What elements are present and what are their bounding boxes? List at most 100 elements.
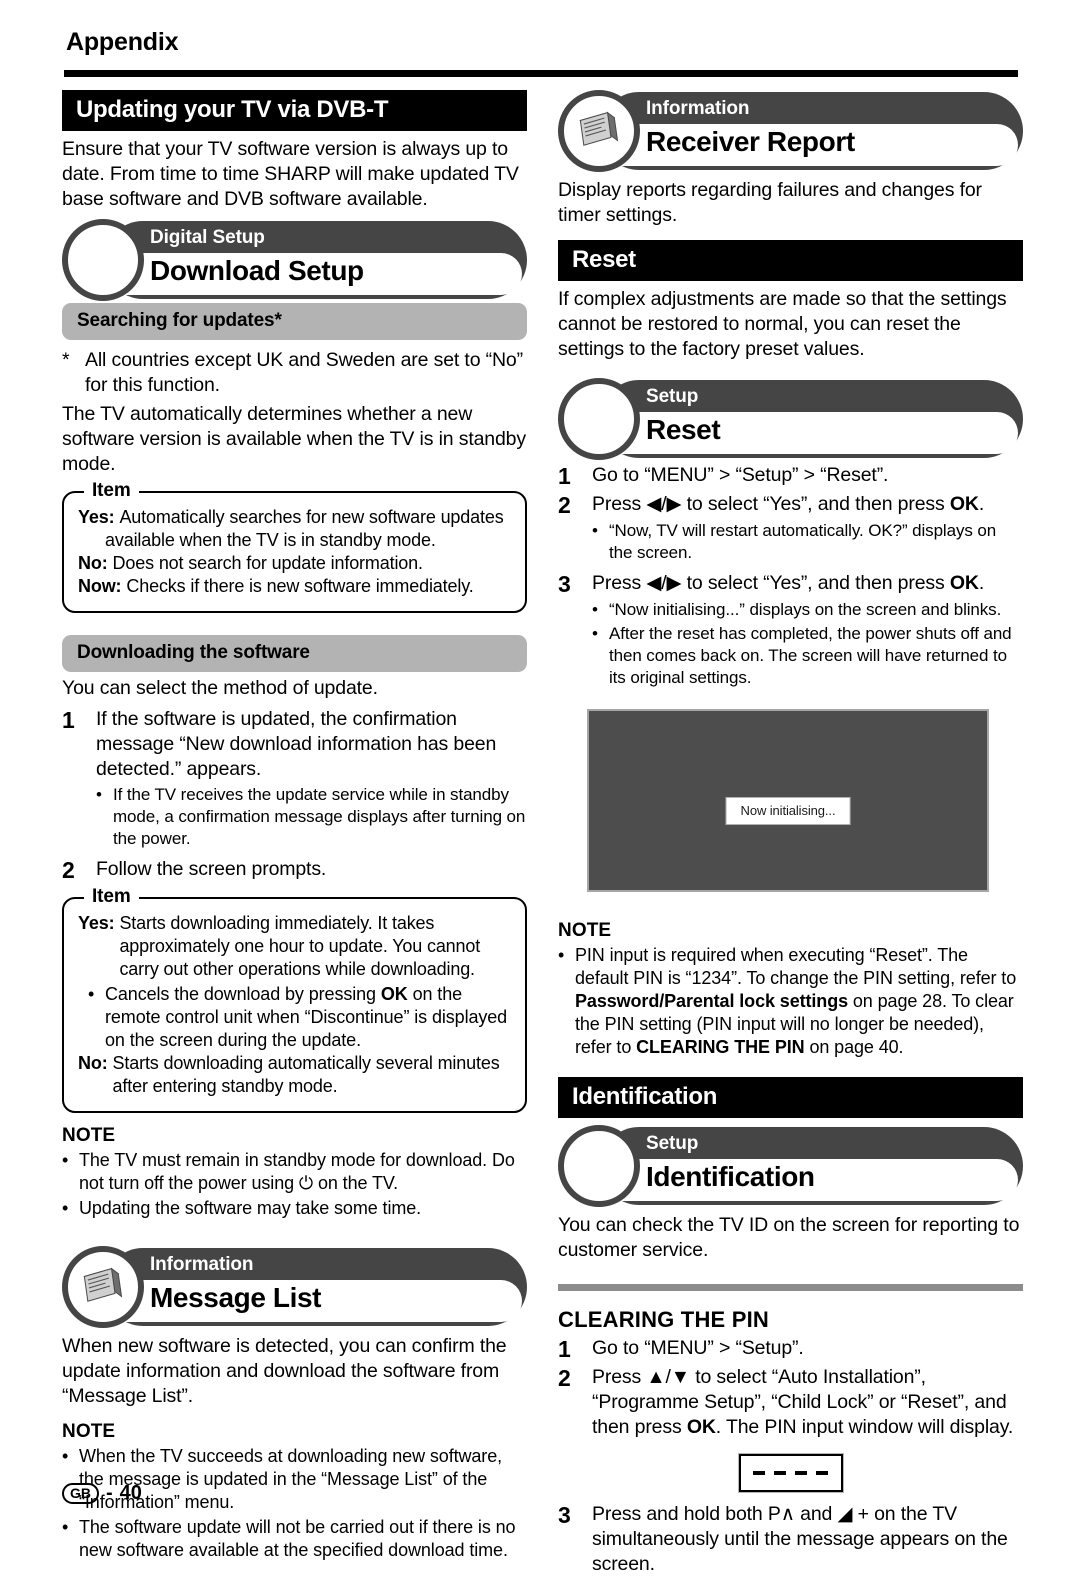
- step-item: 3 Press and hold both P∧ and ◢ + on the …: [558, 1502, 1023, 1577]
- item-key: Now:: [78, 575, 122, 596]
- documents-icon-svg: [579, 111, 619, 146]
- bullet-text: When the TV succeeds at downloading new …: [79, 1445, 503, 1512]
- bullet-dot: •: [88, 983, 95, 1004]
- step-text: Press ◀/▶ to select “Yes”, and then pres…: [592, 492, 1023, 518]
- menu-banner-reset: Setup Reset: [558, 377, 1023, 460]
- note-bullet: • PIN input is required when executing “…: [558, 944, 1023, 1059]
- subheading-downloading-software: Downloading the software: [62, 634, 527, 672]
- bullet-text: “Now, TV will restart automatically. OK?…: [609, 520, 997, 562]
- pin-dash: [816, 1471, 828, 1475]
- banner-title-label: Identification: [646, 1160, 815, 1192]
- ok-key-label: OK: [949, 492, 979, 515]
- step-number: 3: [558, 1501, 571, 1528]
- reset-paragraph: If complex adjustments are made so that …: [558, 287, 1007, 360]
- bullet-dot: •: [592, 623, 598, 643]
- bullet-dot: •: [592, 599, 598, 619]
- step-item: 1 If the software is updated, the confir…: [62, 707, 527, 782]
- note-bullet: • The software update will not be carrie…: [62, 1516, 527, 1562]
- step-text-pre: Press ◀/▶ to select “Yes”, and then pres…: [592, 571, 950, 594]
- note-heading: NOTE: [62, 1420, 116, 1442]
- item-box-label: Item: [84, 479, 139, 502]
- item-key: No:: [78, 1052, 108, 1073]
- step-number: 1: [558, 1335, 571, 1362]
- item-row-continuation: available when the TV is in standby mode…: [105, 529, 436, 550]
- step-item: 2 Press ▲/▼ to select “Auto Installation…: [558, 1365, 1023, 1440]
- footnote-text: All countries except UK and Sweden are s…: [85, 348, 523, 396]
- bullet-text: The software update will not be carried …: [79, 1516, 516, 1560]
- bullet-dot: •: [62, 1516, 69, 1537]
- circle-icon: [62, 218, 144, 301]
- section-heading-identification: Identification: [558, 1076, 1023, 1118]
- item-value: Checks if there is new software immediat…: [126, 575, 474, 596]
- step-item: 2 Follow the screen prompts.: [62, 857, 527, 883]
- item-row: No: Starts downloading automatically sev…: [78, 1052, 511, 1098]
- banner-title-label: Message List: [150, 1281, 322, 1313]
- bullet-dot: •: [62, 1197, 69, 1218]
- manual-page: Appendix Updating your TV via DVB-T Ensu…: [0, 0, 1080, 1575]
- step-number: 1: [558, 462, 571, 489]
- pin-dash: [753, 1471, 765, 1475]
- step-text: Press ▲/▼ to select “Auto Installation”,…: [592, 1365, 1023, 1440]
- item-row: Now: Checks if there is new software imm…: [78, 575, 511, 598]
- item-value: Automatically searches for new software …: [119, 506, 504, 527]
- item-bullet: • Cancels the download by pressing OK on…: [88, 983, 511, 1052]
- menu-banner-identification: Setup Identification: [558, 1124, 1023, 1207]
- heading-clearing-the-pin: CLEARING THE PIN: [558, 1306, 769, 1332]
- step-item: 3 Press ◀/▶ to select “Yes”, and then pr…: [558, 571, 1023, 597]
- item-value: Does not search for update information.: [112, 552, 423, 573]
- step-item: 1 Go to “MENU” > “Setup” > “Reset”.: [558, 463, 1023, 489]
- step-number: 2: [558, 491, 571, 518]
- page-footer: GB - 40: [62, 1482, 142, 1505]
- item-box-searching: Item Yes: Automatically searches for new…: [62, 479, 527, 613]
- tv-screen-illustration: Now initialising...: [587, 708, 989, 892]
- bullet-dot: •: [592, 520, 598, 540]
- step-text-post: .: [978, 571, 985, 594]
- item-key: Yes:: [78, 506, 115, 527]
- item-box-downloading: Item Yes: Starts downloading immediately…: [62, 885, 527, 1113]
- step-number: 2: [558, 1364, 571, 1391]
- section-heading-reset: Reset: [558, 240, 1023, 281]
- banner-category-label: Setup: [646, 385, 699, 407]
- pin-input-window: [737, 1452, 844, 1493]
- bullet-text: If the TV receives the update service wh…: [113, 784, 526, 848]
- step-number: 2: [62, 856, 75, 883]
- bullet-text: PIN input is required when executing “Re…: [575, 944, 1023, 1059]
- ok-key-label: OK: [380, 983, 408, 1004]
- item-key: No:: [78, 552, 108, 573]
- step-text-post: . The PIN input window will display.: [715, 1415, 1014, 1438]
- bullet-text: The TV must remain in standby mode for d…: [79, 1149, 515, 1193]
- banner-title-label: Download Setup: [150, 254, 364, 286]
- menu-banner-receiver-report: Information Receiver Report: [558, 90, 1023, 172]
- circle-icon: [558, 377, 640, 460]
- item-key: Yes:: [78, 912, 115, 933]
- item-value: Starts downloading automatically several…: [112, 1052, 500, 1096]
- step-item: 1 Go to “MENU” > “Setup”.: [558, 1336, 1023, 1362]
- step-text: Go to “MENU” > “Setup”.: [592, 1336, 804, 1359]
- note-ref-clearing-pin: CLEARING THE PIN: [636, 1036, 805, 1057]
- bullet-text: Cancels the download by pressing OK on t…: [105, 983, 508, 1050]
- page-title: Appendix: [66, 28, 179, 56]
- step-bullet: • After the reset has completed, the pow…: [592, 623, 1023, 689]
- step-bullet: • If the TV receives the update service …: [96, 784, 527, 850]
- left-column: Updating your TV via DVB-T Ensure that y…: [62, 90, 527, 1562]
- item-value: Starts downloading immediately. It takes…: [119, 912, 481, 979]
- documents-icon: [558, 90, 640, 172]
- page-number: 40: [119, 1482, 142, 1504]
- header-divider: [64, 70, 1018, 77]
- pin-dash: [795, 1471, 807, 1475]
- circle-icon: [558, 1124, 640, 1207]
- step-text: Press ◀/▶ to select “Yes”, and then pres…: [592, 571, 1023, 597]
- bullet-dot: •: [62, 1149, 69, 1170]
- item-box-label: Item: [84, 885, 139, 908]
- section-heading-dvbt: Updating your TV via DVB-T: [62, 90, 527, 131]
- step-text: If the software is updated, the confirma…: [96, 707, 497, 780]
- documents-icon-svg: [83, 1267, 123, 1302]
- step-text: Press and hold both P∧ and ◢ + on the TV…: [592, 1502, 1008, 1575]
- step-number: 1: [62, 706, 75, 733]
- banner-category-label: Digital Setup: [150, 226, 265, 248]
- step-bullet: • “Now initialising...” displays on the …: [592, 599, 1023, 621]
- footer-separator: -: [106, 1482, 113, 1504]
- section-divider: [558, 1283, 1023, 1291]
- step-bullet: • “Now, TV will restart automatically. O…: [592, 520, 1023, 564]
- bullet-dot: •: [96, 784, 102, 804]
